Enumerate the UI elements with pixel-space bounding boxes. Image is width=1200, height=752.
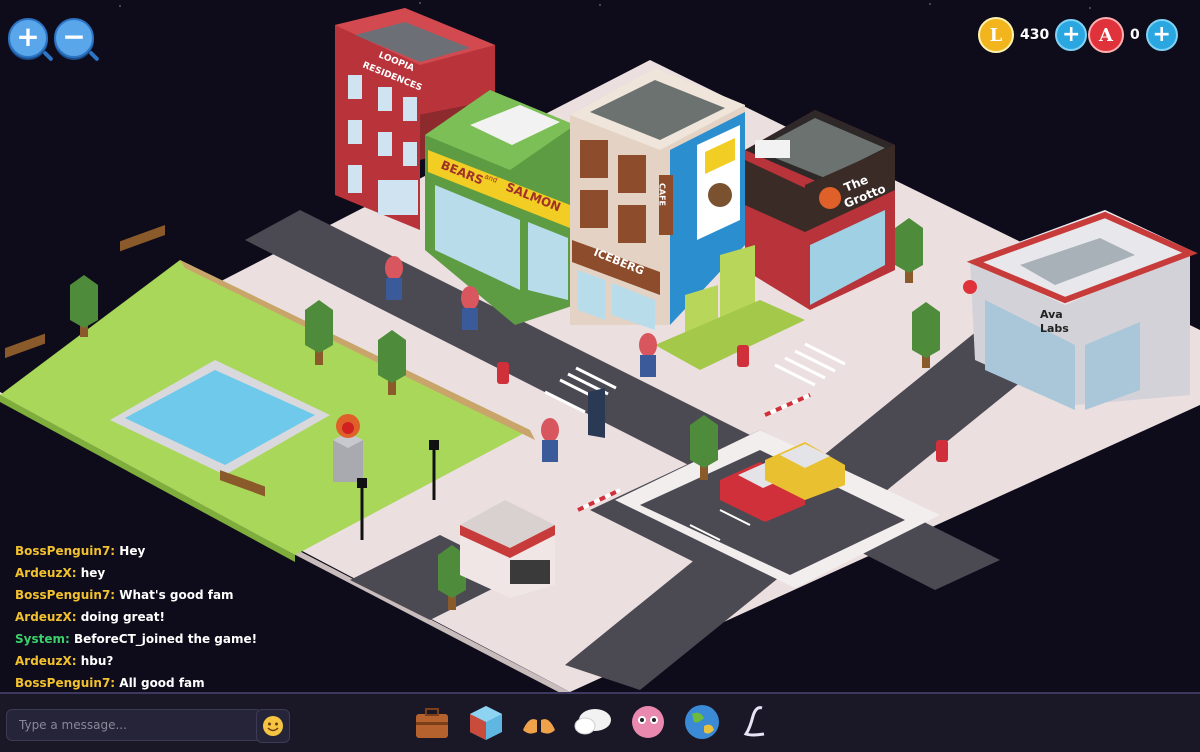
zoom-in-icon: + bbox=[16, 20, 40, 53]
bottom-bar bbox=[0, 692, 1200, 752]
smiley-icon bbox=[263, 716, 283, 736]
chat-username: BossPenguin7: bbox=[15, 676, 116, 690]
box-icon bbox=[470, 706, 502, 740]
add-tokens-button[interactable]: + bbox=[1145, 19, 1178, 51]
chat-toggle-button[interactable] bbox=[573, 702, 613, 742]
chat-message: BossPenguin7: What's good fam bbox=[15, 584, 315, 606]
chat-text: doing great! bbox=[80, 610, 165, 624]
emote-button[interactable] bbox=[519, 702, 559, 742]
hands-icon bbox=[523, 719, 555, 734]
token-value: 0 bbox=[1130, 27, 1140, 43]
zoom-out-button[interactable]: − bbox=[54, 18, 94, 58]
chat-message: System: BeforeCT_joined the game! bbox=[15, 628, 315, 650]
chat-username: System: bbox=[15, 632, 70, 646]
info-board bbox=[588, 388, 605, 438]
chat-username: ArdeuzX: bbox=[15, 610, 77, 624]
chat-message: ArdeuzX: hey bbox=[15, 562, 315, 584]
world-map-button[interactable] bbox=[682, 702, 722, 742]
loopia-menu-button[interactable] bbox=[736, 702, 776, 742]
chat-message: BossPenguin7: Hey bbox=[15, 540, 315, 562]
build-button[interactable] bbox=[466, 702, 506, 742]
chat-message: BossPenguin7: All good fam bbox=[15, 672, 315, 694]
chat-text: Hey bbox=[119, 544, 146, 558]
chat-message: ArdeuzX: doing great! bbox=[15, 606, 315, 628]
chat-username: ArdeuzX: bbox=[15, 566, 77, 580]
ava-sign-line1: Ava bbox=[1040, 308, 1063, 321]
chat-username: ArdeuzX: bbox=[15, 654, 77, 668]
statue bbox=[333, 414, 363, 482]
avatar-button[interactable] bbox=[628, 702, 668, 742]
building-the-grotto: The Grotto bbox=[745, 110, 895, 310]
coin-value: 430 bbox=[1020, 27, 1050, 43]
globe-icon bbox=[685, 705, 719, 739]
loopia-logo-icon bbox=[743, 706, 765, 737]
chat-text: What's good fam bbox=[119, 588, 234, 602]
ava-sign-line2: Labs bbox=[1040, 322, 1069, 335]
avax-token-icon: A bbox=[1088, 17, 1124, 53]
chat-log: BossPenguin7: Hey ArdeuzX: hey BossPengu… bbox=[15, 540, 315, 694]
chat-text: hbu? bbox=[80, 654, 114, 668]
chat-username: BossPenguin7: bbox=[15, 588, 116, 602]
chat-username: BossPenguin7: bbox=[15, 544, 116, 558]
chat-text: hey bbox=[80, 566, 106, 580]
zoom-in-button[interactable]: + bbox=[8, 18, 48, 58]
emoji-button[interactable] bbox=[256, 709, 290, 743]
chat-bubble-icon bbox=[574, 709, 611, 735]
briefcase-icon bbox=[416, 708, 448, 738]
chat-message: ArdeuzX: hbu? bbox=[15, 650, 315, 672]
avatar-icon bbox=[632, 706, 664, 738]
add-coins-button[interactable]: + bbox=[1055, 19, 1088, 51]
zoom-out-icon: − bbox=[62, 20, 86, 53]
loopia-coin-icon: L bbox=[978, 17, 1014, 53]
cafe-sign: CAFE bbox=[658, 183, 667, 206]
coin-balance: L 430 + bbox=[978, 17, 1088, 53]
chat-text: All good fam bbox=[119, 676, 205, 690]
inventory-button[interactable] bbox=[412, 702, 452, 742]
chat-message-input[interactable] bbox=[6, 709, 262, 741]
chat-text: BeforeCT_joined the game! bbox=[73, 632, 258, 646]
token-balance: A 0 + bbox=[1088, 17, 1178, 53]
